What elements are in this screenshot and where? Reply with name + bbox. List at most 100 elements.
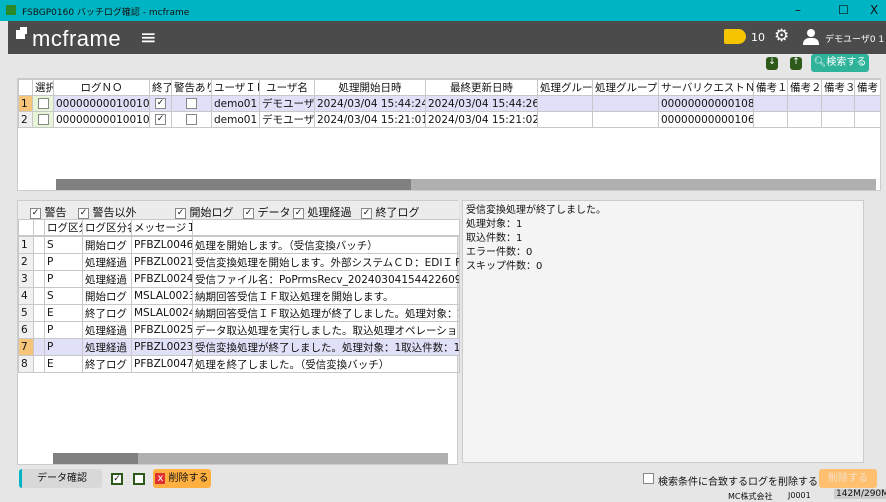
delete-disabled-button[interactable]: 削除する bbox=[819, 469, 877, 488]
table-row[interactable]: 2 000000000100100 ✓ demo01 デモユーザ1 2024/0… bbox=[18, 111, 880, 128]
message-id: MSLAL0024 bbox=[131, 304, 193, 322]
notification-count: 10 bbox=[751, 31, 765, 44]
log-kbn-name: 処理経過 bbox=[82, 338, 132, 356]
col-note4[interactable]: 備考４ bbox=[854, 79, 880, 96]
log-row[interactable]: 5 E 終了ログ MSLAL0024 納期回答受信ＩＦ取込処理が終了しました。処理対象：… bbox=[18, 304, 460, 322]
row-marker bbox=[33, 321, 45, 339]
log-row[interactable]: 2 P 処理経過 PFBZL0021 受信変換処理を開始します。外部システムＣＤ：EDI… bbox=[18, 253, 460, 271]
log-no: 000000000100101 bbox=[53, 95, 150, 112]
col-message-id[interactable]: メッセージＩＤ bbox=[131, 219, 193, 236]
filter-progress[interactable]: ✓ 処理経過 bbox=[293, 204, 352, 220]
col-groupname[interactable]: 処理グループ名 bbox=[592, 79, 659, 96]
col-note1[interactable]: 備考１ bbox=[753, 79, 788, 96]
delete-match-label: 検索条件に合致するログを削除する bbox=[658, 477, 818, 488]
updated-time: 2024/03/04 15:21:02 bbox=[425, 111, 538, 128]
check-all-icon[interactable]: ✓ bbox=[111, 473, 123, 485]
scrollbar-thumb[interactable] bbox=[56, 179, 411, 190]
close-button[interactable]: X bbox=[870, 3, 878, 17]
message: 納期回答受信ＩＦ取込処理が終了しました。処理対象：1登録件 bbox=[192, 304, 460, 322]
search-label: 検索する bbox=[826, 57, 867, 68]
maximize-button[interactable]: ☐ bbox=[838, 3, 849, 17]
log-detail-pane: ✓ 警告 ✓ 警告以外 ✓ 開始ログ ✓ データ ✓ 処理経過 ✓ 終了ログ ロ… bbox=[17, 200, 460, 465]
detail-line: スキップ件数：0 bbox=[466, 261, 543, 272]
user-icon[interactable] bbox=[803, 29, 819, 45]
col-select[interactable]: 選択 bbox=[32, 79, 54, 96]
message-id: PFBZL0021 bbox=[131, 253, 193, 271]
search-button[interactable]: 🔍︎検索する bbox=[811, 54, 869, 72]
row-marker bbox=[33, 355, 45, 373]
filter-non-warning[interactable]: ✓ 警告以外 bbox=[78, 204, 137, 220]
end-checkbox: ✓ bbox=[155, 98, 166, 109]
log-horizontal-scrollbar[interactable] bbox=[53, 453, 448, 464]
group bbox=[537, 95, 593, 112]
col-log-kbn-name[interactable]: ログ区分名 bbox=[82, 219, 132, 236]
message-id: PFBZL0023 bbox=[131, 338, 193, 356]
warning-checkbox bbox=[186, 98, 197, 109]
row-number: 6 bbox=[18, 321, 34, 339]
message: 受信ファイル名：PoPrmsRecv_20240304154422609000.… bbox=[192, 270, 460, 288]
col-start[interactable]: 処理開始日時 bbox=[314, 79, 426, 96]
menu-icon[interactable]: ≡ bbox=[140, 25, 157, 49]
warning-checkbox bbox=[186, 114, 197, 125]
row-number: 4 bbox=[18, 287, 34, 305]
log-row[interactable]: 4 S 開始ログ MSLAL0023 納期回答受信ＩＦ取込処理を開始します。 bbox=[18, 287, 460, 305]
log-kbn-name: 処理経過 bbox=[82, 270, 132, 288]
delete-button[interactable]: x 削除する bbox=[153, 469, 211, 488]
log-row[interactable]: 3 P 処理経過 PFBZL0024 受信ファイル名：PoPrmsRecv_202403… bbox=[18, 270, 460, 288]
col-note2[interactable]: 備考２ bbox=[787, 79, 822, 96]
app-icon bbox=[6, 5, 16, 15]
col-log-kbn[interactable]: ログ区分 bbox=[44, 219, 83, 236]
log-kbn: E bbox=[44, 355, 83, 373]
log-kbn: S bbox=[44, 287, 83, 305]
gear-icon[interactable]: ⚙ bbox=[774, 26, 789, 46]
scrollbar-thumb[interactable] bbox=[53, 453, 138, 464]
select-checkbox[interactable] bbox=[37, 114, 49, 125]
log-row[interactable]: 1 S 開始ログ PFBZL0046 処理を開始します。（受信変換バッチ） bbox=[18, 236, 460, 254]
log-grid-header: ログ区分 ログ区分名 メッセージＩＤ bbox=[18, 219, 460, 236]
filter-warning[interactable]: ✓ 警告 bbox=[30, 204, 67, 220]
col-warning[interactable]: 警告あり bbox=[171, 79, 212, 96]
filter-end-log[interactable]: ✓ 終了ログ bbox=[361, 204, 420, 220]
log-row[interactable]: 7 P 処理経過 PFBZL0023 受信変換処理が終了しました。処理対象：1取込件数：… bbox=[18, 338, 460, 356]
user-name: デモユーザ0 1 bbox=[825, 35, 885, 45]
col-username[interactable]: ユーザ名 bbox=[259, 79, 315, 96]
minimize-button[interactable]: – bbox=[795, 3, 801, 17]
download-icon[interactable]: ↓ bbox=[766, 57, 778, 70]
row-number: 1 bbox=[18, 236, 34, 254]
upload-icon[interactable]: ↑ bbox=[790, 57, 802, 70]
data-confirm-button[interactable]: データ確認 bbox=[19, 469, 102, 488]
col-note3[interactable]: 備考３ bbox=[821, 79, 855, 96]
col-rownum bbox=[18, 79, 33, 96]
log-row[interactable]: 8 E 終了ログ PFBZL0047 処理を終了しました。（受信変換バッチ） bbox=[18, 355, 460, 373]
log-row[interactable]: 6 P 処理経過 PFBZL0025 データ取込処理を実行しました。取込処理オペレーショ… bbox=[18, 321, 460, 339]
grid-header: 選択 ログＮＯ 終了 警告あり ユーザＩＤ ユーザ名 処理開始日時 最終更新日時… bbox=[18, 79, 880, 96]
delete-match-checkbox[interactable] bbox=[643, 473, 654, 484]
search-icon: 🔍︎ bbox=[813, 57, 827, 68]
uncheck-all-icon[interactable] bbox=[133, 473, 145, 485]
log-kbn-name: 開始ログ bbox=[82, 287, 132, 305]
horizontal-scrollbar[interactable] bbox=[56, 179, 876, 190]
filter-start-log[interactable]: ✓ 開始ログ bbox=[175, 204, 234, 220]
filter-data[interactable]: ✓ データ bbox=[243, 204, 291, 220]
app-header: mcframe ≡ 10 ⚙ デモユーザ0 1 bbox=[8, 21, 886, 54]
col-logno[interactable]: ログＮＯ bbox=[53, 79, 150, 96]
col-end[interactable]: 終了 bbox=[149, 79, 172, 96]
log-kbn: E bbox=[44, 304, 83, 322]
table-row[interactable]: 1 000000000100101 ✓ demo01 デモユーザ1 2024/0… bbox=[18, 95, 880, 112]
col-request[interactable]: サーバリクエストＮＯ bbox=[658, 79, 754, 96]
notification-icon[interactable] bbox=[724, 29, 746, 44]
user-name: デモユーザ1 bbox=[259, 111, 315, 128]
select-checkbox[interactable] bbox=[37, 98, 49, 109]
col-group[interactable]: 処理グループ bbox=[537, 79, 593, 96]
col-userid[interactable]: ユーザＩＤ bbox=[211, 79, 260, 96]
detail-line: エラー件数：0 bbox=[466, 247, 533, 258]
group-name bbox=[592, 95, 659, 112]
row-number: 2 bbox=[18, 253, 34, 271]
message-detail-panel: 受信変換処理が終了しました。 処理対象：1 取込件数：1 エラー件数：0 スキッ… bbox=[462, 200, 864, 463]
col-updated[interactable]: 最終更新日時 bbox=[425, 79, 538, 96]
status-code: J0001 bbox=[788, 491, 811, 500]
row-number: 2 bbox=[18, 111, 33, 128]
start-time: 2024/03/04 15:21:01 bbox=[314, 111, 426, 128]
row-marker bbox=[33, 270, 45, 288]
log-kbn: P bbox=[44, 253, 83, 271]
